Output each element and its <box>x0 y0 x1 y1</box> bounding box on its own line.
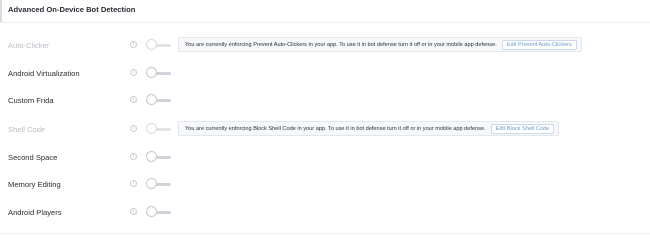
toggle-switch[interactable] <box>146 151 171 163</box>
section-header: Advanced On-Device Bot Detection <box>0 0 650 23</box>
setting-label: Android Players <box>8 208 62 217</box>
info-icon[interactable]: i <box>130 208 137 215</box>
info-icon[interactable]: i <box>130 153 137 160</box>
setting-row-custom-frida: Custom Frida i <box>0 89 650 113</box>
setting-row-android-players: Android Players i <box>0 201 650 225</box>
setting-label: Shell Code <box>8 125 46 134</box>
setting-label: Custom Frida <box>8 96 54 105</box>
toggle-switch <box>146 123 171 135</box>
setting-label: Second Space <box>8 153 58 162</box>
info-icon[interactable]: i <box>130 96 137 103</box>
toggle-switch[interactable] <box>146 94 171 106</box>
setting-row-shell-code: Shell Code i You are currently enforcing… <box>0 118 650 142</box>
setting-row-memory-editing: Memory Editing i <box>0 173 650 197</box>
section-title: Advanced On-Device Bot Detection <box>8 5 136 14</box>
edit-prevent-auto-clickers-button[interactable]: Edit Prevent Auto-Clickers <box>501 39 577 50</box>
info-icon[interactable]: i <box>130 41 137 48</box>
section-divider <box>0 233 650 234</box>
notice-text: You are currently enforcing Block Shell … <box>185 125 486 132</box>
info-icon[interactable]: i <box>130 125 137 132</box>
enforcement-notice: You are currently enforcing Block Shell … <box>178 121 560 136</box>
enforcement-notice: You are currently enforcing Prevent Auto… <box>178 37 582 52</box>
setting-row-auto-clicker: Auto-Clicker i You are currently enforci… <box>0 34 650 58</box>
info-icon[interactable]: i <box>130 69 137 76</box>
bot-detection-panel: Advanced On-Device Bot Detection Auto-Cl… <box>0 0 650 235</box>
notice-text: You are currently enforcing Prevent Auto… <box>185 41 497 48</box>
edit-block-shell-code-button[interactable]: Edit Block Shell Code <box>490 123 555 134</box>
setting-label: Auto-Clicker <box>8 41 50 50</box>
setting-row-android-virtualization: Android Virtualization i <box>0 62 650 86</box>
setting-row-second-space: Second Space i <box>0 146 650 170</box>
toggle-switch[interactable] <box>146 67 171 79</box>
toggle-switch[interactable] <box>146 206 171 218</box>
info-icon[interactable]: i <box>130 180 137 187</box>
setting-label: Android Virtualization <box>8 69 80 78</box>
setting-label: Memory Editing <box>8 180 61 189</box>
toggle-switch[interactable] <box>146 178 171 190</box>
toggle-switch <box>146 39 171 51</box>
